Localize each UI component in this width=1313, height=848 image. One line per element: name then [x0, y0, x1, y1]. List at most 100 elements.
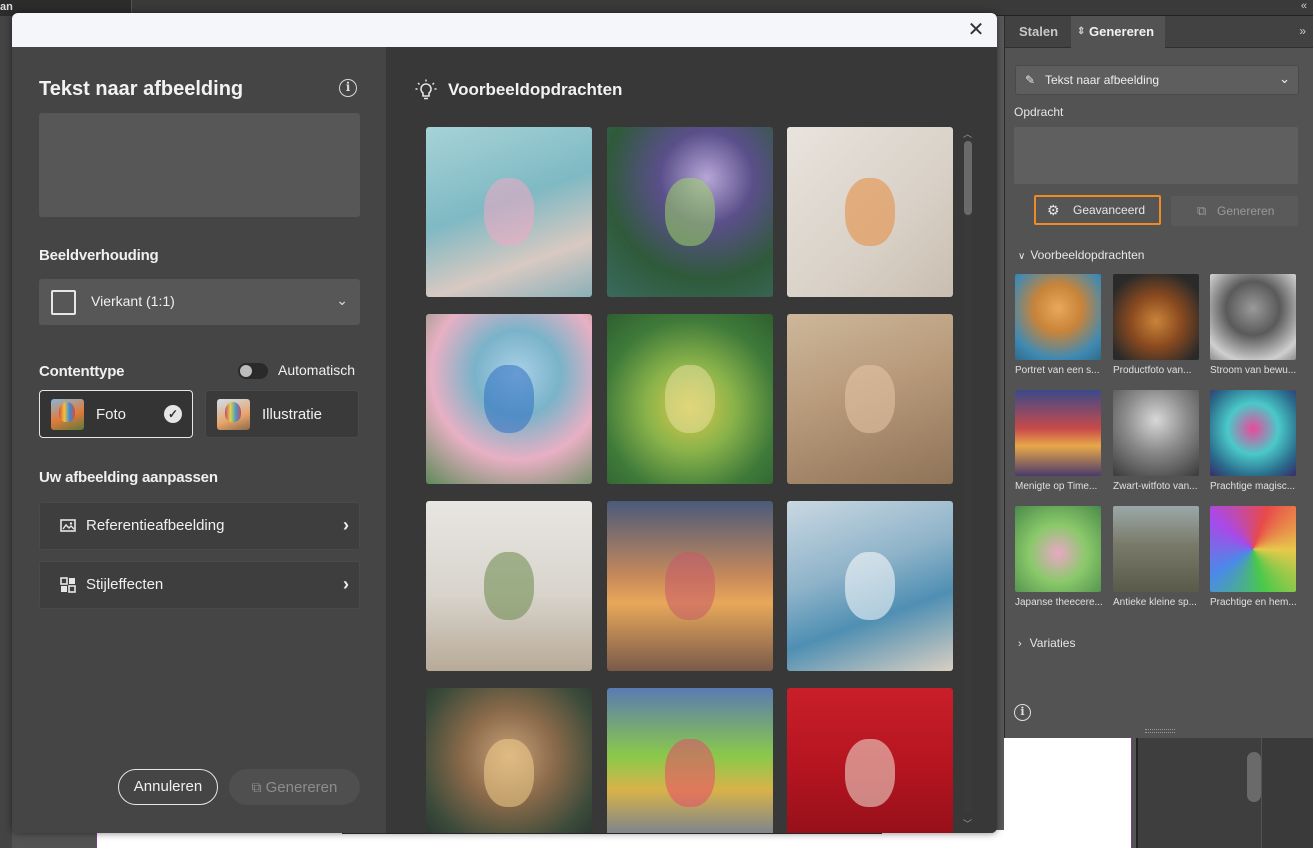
- scroll-thumb[interactable]: [964, 141, 972, 215]
- chevron-down-icon: ⌄: [336, 292, 348, 308]
- dialog-settings-pane: Tekst naar afbeelding i Beeldverhouding …: [12, 47, 386, 833]
- content-type-label: Contenttype: [39, 363, 125, 380]
- tile-accent: [484, 739, 534, 807]
- samples-scrollbar[interactable]: ︿ ﹀: [963, 127, 972, 830]
- generation-mode-value: Tekst naar afbeelding: [1045, 73, 1160, 87]
- example-thumbnail[interactable]: [1113, 506, 1199, 592]
- variations-section-header[interactable]: › Variaties: [1018, 636, 1075, 650]
- examples-section-header[interactable]: ∨ Voorbeeldopdrachten: [1018, 248, 1144, 262]
- example-thumbnail[interactable]: [1015, 274, 1101, 360]
- close-icon[interactable]: ✕: [965, 19, 987, 41]
- example-caption: Prachtige magisc...: [1210, 481, 1296, 492]
- tile-accent: [665, 365, 715, 433]
- panel-resize-grip[interactable]: [1145, 729, 1175, 733]
- generation-mode-select[interactable]: ✎ Tekst naar afbeelding ⌄: [1015, 65, 1299, 95]
- canvas-scroll-thumb[interactable]: [1247, 752, 1261, 802]
- aspect-ratio-value: Vierkant (1:1): [91, 293, 175, 309]
- example-thumbnail[interactable]: [1210, 390, 1296, 476]
- sample-prompt-tile-cherry-blossom-interior[interactable]: [426, 127, 592, 297]
- tab-genereren[interactable]: Genereren: [1071, 16, 1165, 48]
- sample-prompt-tile-seashells-bottle[interactable]: [787, 127, 953, 297]
- example-thumbnail[interactable]: [1113, 274, 1199, 360]
- style-effects-label: Stijleffecten: [86, 576, 164, 593]
- sample-prompt-tile-milkshake-red[interactable]: [787, 688, 953, 833]
- style-effects-row[interactable]: Stijleffecten ›: [39, 561, 360, 609]
- tile-accent: [665, 739, 715, 807]
- cancel-button[interactable]: Annuleren: [118, 769, 218, 805]
- document-page-right: [1004, 738, 1132, 848]
- example-thumbnail[interactable]: [1015, 390, 1101, 476]
- canvas-scrollbar[interactable]: [1262, 738, 1313, 848]
- scroll-track[interactable]: [964, 141, 972, 813]
- illustration-balloon-thumbnail: [217, 399, 250, 430]
- example-thumbnail[interactable]: [1113, 390, 1199, 476]
- sample-prompt-tile-bird-on-roses[interactable]: [426, 314, 592, 484]
- tile-accent: [484, 552, 534, 620]
- panel-generate-label: Genereren: [1217, 204, 1275, 218]
- sample-prompt-tile-young-man-portrait[interactable]: [426, 688, 592, 833]
- sample-prompt-tile-rainy-street-painting[interactable]: [607, 688, 773, 833]
- prompt-field[interactable]: [1014, 127, 1298, 184]
- tile-accent: [845, 178, 895, 246]
- sample-prompt-tile-woman-beach-sunset[interactable]: [607, 501, 773, 671]
- sample-prompt-tile-willow-tree-night[interactable]: [607, 127, 773, 297]
- generate-button-label: Genereren: [265, 779, 338, 796]
- content-type-photo[interactable]: Foto ✓: [39, 390, 193, 438]
- sample-prompt-tile-smiling-woman-sepia[interactable]: [787, 314, 953, 484]
- aspect-ratio-select[interactable]: Vierkant (1:1) ⌄: [39, 279, 360, 325]
- example-caption: Prachtige en hem...: [1210, 597, 1297, 608]
- tab-stalen[interactable]: Stalen: [1019, 16, 1058, 48]
- content-type-illustration[interactable]: Illustratie: [205, 390, 359, 438]
- example-caption: Antieke kleine sp...: [1113, 597, 1197, 608]
- tile-accent: [845, 552, 895, 620]
- prompt-label: Opdracht: [1014, 105, 1064, 119]
- prompt-input[interactable]: [39, 113, 360, 217]
- document-canvas-right: [1004, 738, 1313, 848]
- panel-info-icon[interactable]: i: [1014, 704, 1031, 721]
- chevron-right-icon: ›: [343, 515, 349, 535]
- collapse-panels-icon[interactable]: «: [1301, 0, 1307, 12]
- lightbulb-icon: [415, 79, 437, 100]
- example-caption: Stroom van bewu...: [1210, 365, 1297, 376]
- info-icon[interactable]: i: [339, 79, 357, 97]
- example-caption: Productfoto van...: [1113, 365, 1192, 376]
- text-to-image-icon: ✎: [1025, 73, 1036, 87]
- text-to-image-dialog: ✕ Tekst naar afbeelding i Beeldverhoudin…: [12, 13, 997, 833]
- tile-accent: [665, 552, 715, 620]
- document-tab-label: an: [0, 1, 13, 13]
- scroll-down-icon[interactable]: ﹀: [963, 817, 972, 830]
- checkmark-icon: ✓: [164, 405, 182, 423]
- example-caption: Zwart-witfoto van...: [1113, 481, 1198, 492]
- tile-accent: [665, 178, 715, 246]
- chevron-right-icon: ›: [343, 574, 349, 594]
- gear-icon: ⚙: [1047, 202, 1060, 218]
- square-ratio-icon: [51, 290, 76, 315]
- sample-prompts-title: Voorbeeldopdrachten: [448, 80, 623, 99]
- example-thumbnail[interactable]: [1210, 274, 1296, 360]
- example-thumbnail[interactable]: [1210, 506, 1296, 592]
- reference-image-row[interactable]: Referentieafbeelding ›: [39, 502, 360, 550]
- advanced-button[interactable]: ⚙ Geavanceerd: [1034, 195, 1161, 225]
- chevron-right-icon: ›: [1018, 638, 1022, 650]
- examples-section-label: Voorbeeldopdrachten: [1030, 248, 1145, 262]
- example-caption: Japanse theecere...: [1015, 597, 1103, 608]
- left-toolbar-strip: [0, 16, 12, 848]
- tile-accent: [484, 365, 534, 433]
- tile-accent: [845, 365, 895, 433]
- sample-prompt-tile-living-room-cactus[interactable]: [426, 501, 592, 671]
- generate-button[interactable]: ⧉ Genereren: [229, 769, 360, 805]
- sample-prompt-tile-misty-beach-waves[interactable]: [787, 501, 953, 671]
- dialog-titlebar: ✕: [12, 13, 997, 47]
- panel-collapse-icon[interactable]: »: [1299, 24, 1306, 38]
- chevron-down-icon: ∨: [1018, 251, 1026, 262]
- chevron-down-icon: ⌄: [1279, 71, 1290, 86]
- panel-generate-button[interactable]: ⧉ Genereren: [1171, 196, 1298, 226]
- sample-prompts-pane: Voorbeeldopdrachten ︿ ﹀: [386, 47, 997, 833]
- scroll-up-icon[interactable]: ︿: [963, 127, 972, 140]
- variations-label: Variaties: [1029, 636, 1076, 650]
- sample-prompt-tile-pears-illustration[interactable]: [607, 314, 773, 484]
- content-type-illustration-label: Illustratie: [262, 406, 323, 423]
- reference-image-label: Referentieafbeelding: [86, 517, 225, 534]
- auto-content-toggle[interactable]: [238, 363, 268, 379]
- example-thumbnail[interactable]: [1015, 506, 1101, 592]
